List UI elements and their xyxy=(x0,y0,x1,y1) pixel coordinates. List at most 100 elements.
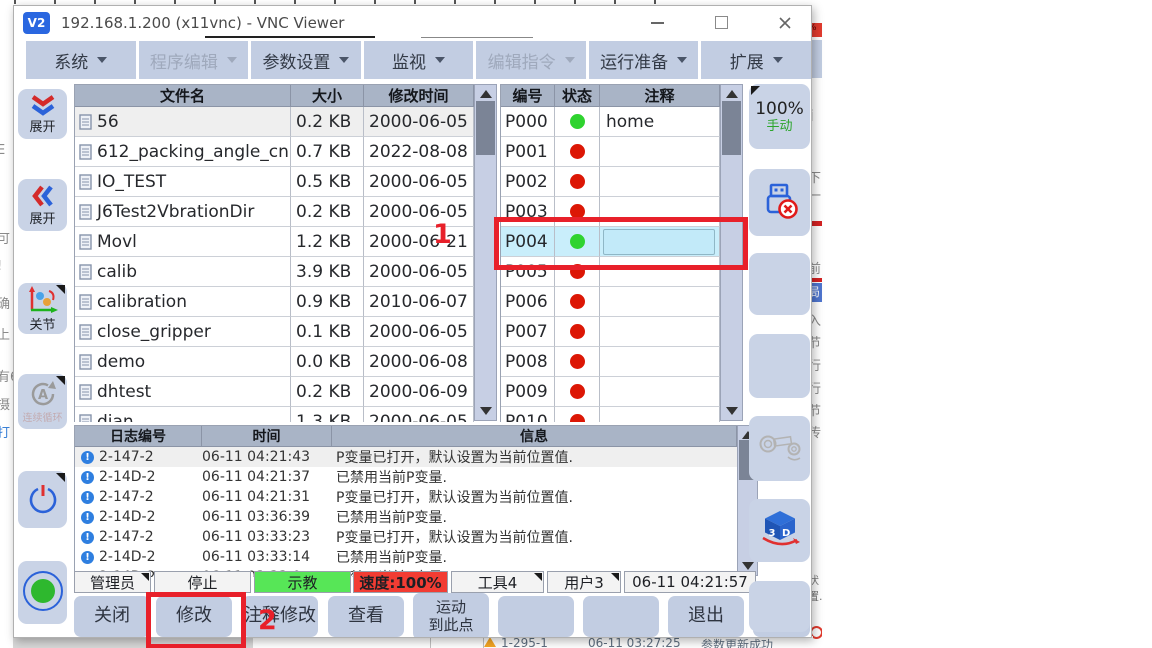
right-button-view-3d[interactable]: 3D xyxy=(749,499,810,562)
window-titlebar[interactable]: V2 192.168.1.200 (x11vnc) - VNC Viewer xyxy=(14,6,811,39)
info-icon: ! xyxy=(81,491,94,504)
right-button-blank-c[interactable] xyxy=(749,581,810,632)
status-role[interactable]: 管理员 xyxy=(74,571,151,593)
sidebar-button-joint[interactable]: 关节 xyxy=(18,283,67,334)
background-left-strip: E可!确上有6摄打 xyxy=(0,0,13,648)
bottom-button-view[interactable]: 查看 xyxy=(328,596,404,637)
log-id-cell: !2-14D-2 xyxy=(75,547,202,567)
file-row-close_gripper[interactable]: close_gripper0.1 KB2000-06-05 ⋯ xyxy=(75,317,475,347)
close-button[interactable] xyxy=(773,11,797,35)
p-comment-cell: home xyxy=(600,107,720,137)
menu-item-system[interactable]: 系统 xyxy=(26,41,136,79)
menu-item-program-edit[interactable]: 程序编辑 xyxy=(139,41,249,79)
status-mode[interactable]: 示教 xyxy=(254,571,351,593)
chevron-down-icon xyxy=(97,57,107,63)
menu-item-label: 监视 xyxy=(392,48,426,73)
bottom-button-move-to[interactable]: 运动到此点 xyxy=(413,593,489,638)
log-row[interactable]: !2-14D-206-11 04:21:37已禁用当前P变量. xyxy=(75,467,737,487)
p-row-P007[interactable]: P007 xyxy=(501,317,720,347)
p-comment-cell xyxy=(600,287,720,317)
scroll-up-icon[interactable] xyxy=(480,90,492,98)
log-row[interactable]: !2-147-206-11 04:21:31P变量已打开，默认设置为当前位置值. xyxy=(75,487,737,507)
menu-item-param-set[interactable]: 参数设置 xyxy=(251,41,361,79)
right-button-blank-a[interactable] xyxy=(749,253,810,315)
sidebar-button-loop[interactable]: A连续循环 xyxy=(18,374,67,429)
file-row-dian[interactable]: dian1.3 KB2000-06-05 ⋯ xyxy=(75,407,475,422)
p-row-P002[interactable]: P002 xyxy=(501,167,720,197)
log-column-header: 信息 xyxy=(332,426,737,447)
log-row[interactable]: !2-14D-206-11 03:33:14已禁用当前P变量. xyxy=(75,547,737,567)
log-column-header: 时间 xyxy=(202,426,332,447)
bottom-button-blank-1[interactable] xyxy=(498,596,574,637)
status-tool[interactable]: 工具4 xyxy=(451,571,544,593)
menu-bar: 系统程序编辑参数设置 监视 编辑指令运行准备扩展 xyxy=(14,41,811,79)
menu-item-extend[interactable]: 扩展 xyxy=(701,41,811,79)
file-row-56[interactable]: 560.2 KB2000-06-05 ⋯ xyxy=(75,107,475,137)
p-id-cell: P001 xyxy=(501,137,555,167)
vnc-viewer-window: V2 192.168.1.200 (x11vnc) - VNC Viewer 系… xyxy=(13,5,812,638)
sidebar-button-expand-left[interactable]: 展开 xyxy=(18,179,67,231)
file-row-IO_TEST[interactable]: IO_TEST0.5 KB2000-06-05 ⋯ xyxy=(75,167,475,197)
scroll-down-icon[interactable] xyxy=(480,407,492,415)
status-clock[interactable]: 06-11 04:21:57 xyxy=(624,571,756,593)
file-row-calibration[interactable]: calibration0.9 KB2010-06-07 ⋯ xyxy=(75,287,475,317)
log-row[interactable]: !2-14D-206-11 03:36:39已禁用当前P变量. xyxy=(75,507,737,527)
scrollbar-thumb[interactable] xyxy=(722,101,741,155)
file-row-J6Test2VbrationDir[interactable]: J6Test2VbrationDir0.2 KB2000-06-05 ⋯ xyxy=(75,197,475,227)
bottom-button-blank-2[interactable] xyxy=(583,596,659,637)
minimize-button[interactable] xyxy=(645,11,669,35)
expand-left-icon xyxy=(31,184,55,212)
log-table: 日志编号时间信息 !2-147-206-11 04:21:43P变量已打开，默认… xyxy=(74,425,737,577)
p-row-P001[interactable]: P001 xyxy=(501,137,720,167)
sidebar-button-expand-down[interactable]: 展开 xyxy=(18,89,67,139)
bottom-button-close[interactable]: 关闭 xyxy=(74,596,150,637)
file-column-header: 修改时间 xyxy=(364,85,474,107)
p-row-P010[interactable]: P010 xyxy=(501,407,720,422)
file-name: close_gripper xyxy=(97,322,211,342)
sidebar-button-servo[interactable] xyxy=(18,561,67,624)
sidebar-button-label: 展开 xyxy=(29,213,55,226)
background-glyph: 有6 xyxy=(0,366,13,385)
log-id-cell: !2-147-2 xyxy=(75,487,202,507)
chevron-down-icon xyxy=(677,57,687,63)
log-row[interactable]: !2-147-206-11 03:33:23P变量已打开，默认设置为当前位置值. xyxy=(75,527,737,547)
p-id-cell: P009 xyxy=(501,377,555,407)
p-row-P008[interactable]: P008 xyxy=(501,347,720,377)
scroll-up-icon[interactable] xyxy=(726,90,738,98)
status-user[interactable]: 用户3 xyxy=(547,571,621,593)
file-row-Movl[interactable]: Movl1.2 KB2000-06-21 ⋯ xyxy=(75,227,475,257)
right-button-usb[interactable] xyxy=(749,169,810,236)
mode-label: 手动 xyxy=(766,119,792,135)
scroll-down-icon[interactable] xyxy=(742,562,754,570)
file-row-calib[interactable]: calib3.9 KB2000-06-05 ⋯ xyxy=(75,257,475,287)
right-button-gamepad[interactable] xyxy=(749,416,810,481)
status-run[interactable]: 停止 xyxy=(154,571,251,593)
log-time-cell: 06-11 03:36:39 xyxy=(202,507,332,527)
file-name-cell: 612_packing_angle_cn xyxy=(75,137,291,167)
bottom-button-comment-edit[interactable]: 注释修改 xyxy=(242,596,318,637)
menu-item-run-prepare[interactable]: 运行准备 xyxy=(589,41,699,79)
file-row-612_packing_angle_cn[interactable]: 612_packing_angle_cn0.7 KB2022-08-08 ⋯ xyxy=(75,137,475,167)
menu-item-monitor[interactable]: 监视 xyxy=(364,41,474,79)
right-button-speed-mode[interactable]: 100%手动 xyxy=(749,84,810,149)
annotation-box-step2 xyxy=(146,592,246,648)
background-glyph: 上 xyxy=(0,324,10,343)
file-mtime-cell: 2000-06-05 ⋯ xyxy=(364,317,474,347)
p-row-P009[interactable]: P009 xyxy=(501,377,720,407)
log-msg-cell: P变量已打开，默认设置为当前位置值. xyxy=(332,527,737,547)
log-row[interactable]: !2-147-206-11 04:21:43P变量已打开，默认设置为当前位置值. xyxy=(75,447,737,467)
maximize-button[interactable] xyxy=(709,11,733,35)
bottom-button-exit[interactable]: 退出 xyxy=(668,596,744,637)
p-row-P000[interactable]: P000home xyxy=(501,107,720,137)
right-button-blank-b[interactable] xyxy=(749,334,810,398)
p-status-cell xyxy=(555,347,600,377)
info-icon: ! xyxy=(81,531,94,544)
scrollbar-thumb[interactable] xyxy=(476,101,495,155)
scroll-down-icon[interactable] xyxy=(726,407,738,415)
file-row-dhtest[interactable]: dhtest0.2 KB2000-06-09 ⋯ xyxy=(75,377,475,407)
p-row-P006[interactable]: P006 xyxy=(501,287,720,317)
menu-item-edit-cmd[interactable]: 编辑指令 xyxy=(476,41,586,79)
sidebar-button-power[interactable] xyxy=(18,471,67,528)
status-speed[interactable]: 速度:100% xyxy=(353,571,448,593)
file-row-demo[interactable]: demo0.0 KB2000-06-08 ⋯ xyxy=(75,347,475,377)
